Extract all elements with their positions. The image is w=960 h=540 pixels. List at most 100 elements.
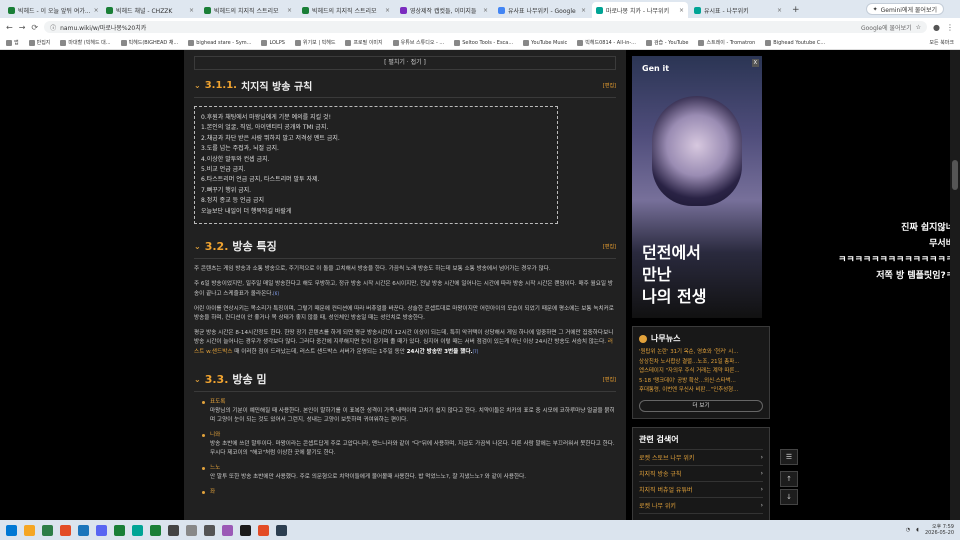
close-icon[interactable]: × bbox=[385, 7, 390, 14]
sidebar: Gen it X 던전에서 만난 나의 전생 나무뉴스 '원탑위 논란' 31기 옥… bbox=[632, 56, 772, 520]
taskbar-app-icon[interactable] bbox=[42, 524, 53, 536]
taskbar-app-icon[interactable] bbox=[78, 524, 89, 536]
url-text: namu.wiki/w/마로나몽%20치카 bbox=[60, 24, 147, 32]
bookmark-item[interactable]: YouTube Music bbox=[523, 39, 567, 46]
taskbar-app-icon[interactable] bbox=[132, 524, 143, 536]
browser-tab[interactable]: 유사표 나무위키 - Google × bbox=[494, 2, 590, 18]
edit-link[interactable]: [편집] bbox=[603, 376, 616, 383]
close-icon[interactable]: × bbox=[777, 7, 782, 14]
bookmark-label: 마대할 (빅헤드 대... bbox=[68, 40, 111, 46]
news-item[interactable]: 5·18 '탱크데이' 공방 확산…외신·스타벅... bbox=[639, 377, 763, 387]
new-tab-button[interactable]: + bbox=[792, 5, 800, 15]
news-item[interactable]: 엡스테이지 "자의우 주식 거래는 계약 따른... bbox=[639, 367, 763, 377]
bookmark-item[interactable]: 빅헤드(BIGHEAD 채... bbox=[120, 39, 178, 46]
bookmark-item[interactable]: 빅헤드0814 - All-in-... bbox=[577, 39, 636, 46]
chevron-down-icon[interactable]: ⌄ bbox=[194, 81, 201, 90]
taskbar-app-icon[interactable] bbox=[258, 524, 269, 536]
related-search-item[interactable]: 로켓 나무 위키 › bbox=[639, 498, 763, 514]
taskbar-app-icon[interactable] bbox=[186, 524, 197, 536]
news-item[interactable]: 상상친차 노사합상 결렬…노조, 21일 총파... bbox=[639, 358, 763, 368]
chat-message: ㅋㅋㅋㅋㅋㅋㅋㅋㅋㅋㅋㅋㅋㅋ bbox=[838, 255, 954, 265]
meme-title: 좌 bbox=[210, 489, 216, 496]
close-icon[interactable]: × bbox=[287, 7, 292, 14]
taskbar-app-icon[interactable] bbox=[60, 524, 71, 536]
advertisement[interactable]: Gen it X 던전에서 만난 나의 전생 bbox=[632, 56, 762, 318]
taskbar-app-icon[interactable] bbox=[240, 524, 251, 536]
close-icon[interactable]: × bbox=[189, 7, 194, 14]
url-field[interactable]: ⓘ namu.wiki/w/마로나몽%20치카 Google에 물어보기 ☆ bbox=[44, 21, 928, 33]
close-icon[interactable]: × bbox=[483, 7, 488, 14]
taskbar-app-icon[interactable] bbox=[24, 524, 35, 536]
taskbar-app-icon[interactable] bbox=[168, 524, 179, 536]
related-search-item[interactable]: 치지직 버츄얼 유튜버 › bbox=[639, 482, 763, 498]
meme-item: 좌 bbox=[194, 488, 616, 497]
close-icon[interactable]: × bbox=[581, 7, 586, 14]
news-item[interactable]: 후대통령, 이번엔 무신사 비판…"인추성형... bbox=[639, 386, 763, 396]
related-label: 치지직 버츄얼 유튜버 bbox=[639, 486, 693, 494]
gemini-button[interactable]: ✦ Gemini에게 물어보기 bbox=[865, 3, 944, 15]
network-icon[interactable]: ◔ bbox=[906, 527, 910, 533]
toc-button[interactable]: ☰ bbox=[780, 449, 798, 465]
footnote-link[interactable]: [6] bbox=[273, 291, 279, 296]
scroll-down-button[interactable]: ↓ bbox=[780, 489, 798, 505]
page-scrollbar[interactable] bbox=[950, 50, 960, 520]
bookmark-item[interactable]: 유튜브 스튜디오 - ... bbox=[392, 39, 444, 46]
bookmark-item[interactable]: 프로필 이미지 bbox=[345, 39, 383, 46]
bookmark-item[interactable]: 앱 bbox=[6, 39, 19, 46]
scroll-thumb[interactable] bbox=[952, 160, 958, 190]
bookmark-item[interactable]: Bighead Youtube C... bbox=[765, 39, 825, 46]
browser-tab[interactable]: 마로나몽 치카 - 나무위키 × bbox=[592, 2, 688, 18]
forward-icon[interactable]: → bbox=[19, 23, 26, 32]
browser-tab[interactable]: 빅헤드 채널 - CHZZK × bbox=[102, 2, 198, 18]
clock[interactable]: 오후 7:59 2026-05-20 bbox=[925, 524, 954, 536]
bookmark-item[interactable]: 반집지 bbox=[28, 39, 50, 46]
bookmark-item[interactable]: 검습 - YouTube bbox=[645, 39, 688, 46]
bookmark-item[interactable]: 스트레이 - Tromatron bbox=[698, 39, 755, 46]
taskbar-app-icon[interactable] bbox=[96, 524, 107, 536]
taskbar-app-icon[interactable] bbox=[276, 524, 287, 536]
chat-message: 진짜 쉽지않네 bbox=[901, 223, 954, 233]
scroll-up-button[interactable]: ↑ bbox=[780, 471, 798, 487]
taskbar-app-icon[interactable] bbox=[114, 524, 125, 536]
star-icon[interactable]: ☆ bbox=[916, 24, 921, 31]
all-bookmarks[interactable]: 모든 북마크 bbox=[929, 39, 954, 46]
taskbar-app-icon[interactable] bbox=[222, 524, 233, 536]
ad-close-icon[interactable]: X bbox=[751, 59, 759, 67]
section-heading-features[interactable]: ⌄ 3.2. 방송 특징 [편집] bbox=[194, 238, 616, 254]
bookmark-item[interactable]: 위기보 | 빅헤드 bbox=[294, 39, 335, 46]
omni-ask-google[interactable]: Google에 물어보기 bbox=[861, 23, 912, 32]
menu-icon[interactable]: ⋮ bbox=[946, 23, 954, 32]
bookmark-item[interactable]: 마대할 (빅헤드 대... bbox=[60, 39, 111, 46]
taskbar-app-icon[interactable] bbox=[204, 524, 215, 536]
more-news-button[interactable]: 더 보기 bbox=[639, 399, 763, 412]
browser-tab[interactable]: 빅헤드 - 이 오늘 앞뒤 여가... × bbox=[4, 2, 100, 18]
back-icon[interactable]: ← bbox=[6, 23, 13, 32]
news-item[interactable]: '원탑위 논란' 31기 옥순, 영호와 '현커' 시... bbox=[639, 348, 763, 358]
taskbar-app-icon[interactable] bbox=[150, 524, 161, 536]
section-heading-memes[interactable]: ⌄ 3.3. 방송 밈 [편집] bbox=[194, 371, 616, 387]
close-icon[interactable]: × bbox=[679, 7, 684, 14]
footnote-link[interactable]: [7] bbox=[473, 349, 479, 354]
close-icon[interactable]: × bbox=[94, 7, 99, 14]
related-search-item[interactable]: 로켓 스토브 나무 위키 › bbox=[639, 450, 763, 466]
related-search-item[interactable]: 치지직 방송 규칙 › bbox=[639, 466, 763, 482]
browser-tab[interactable]: 빅헤드의 치지직 스트리모 × bbox=[298, 2, 394, 18]
fold-toggle[interactable]: [ 펼치기 · 접기 ] bbox=[194, 56, 616, 70]
chevron-down-icon[interactable]: ⌄ bbox=[194, 242, 201, 251]
volume-icon[interactable]: ◖ bbox=[916, 527, 919, 533]
bookmark-item[interactable]: Seltoo Tools - Esca... bbox=[454, 39, 513, 46]
edit-link[interactable]: [편집] bbox=[603, 82, 616, 89]
site-info-icon[interactable]: ⓘ bbox=[50, 23, 56, 32]
browser-tab[interactable]: 영상제작 캡컷들, 이미지들 × bbox=[396, 2, 492, 18]
edit-link[interactable]: [편집] bbox=[603, 243, 616, 250]
browser-tab[interactable]: 유시표 - 나무위키 × bbox=[690, 2, 786, 18]
reload-icon[interactable]: ⟳ bbox=[31, 23, 38, 32]
ad-line: 만난 bbox=[642, 265, 672, 284]
start-icon[interactable] bbox=[6, 524, 17, 536]
profile-icon[interactable]: ● bbox=[933, 23, 940, 32]
bookmark-item[interactable]: bighead stare - Sym... bbox=[188, 39, 251, 46]
chevron-down-icon[interactable]: ⌄ bbox=[194, 375, 201, 384]
browser-tab[interactable]: 빅헤드의 치지직 스트리모 × bbox=[200, 2, 296, 18]
bookmark-item[interactable]: LOLPS bbox=[261, 39, 285, 46]
section-heading-rules[interactable]: ⌄ 3.1.1. 치지직 방송 규칙 [편집] bbox=[194, 78, 616, 93]
